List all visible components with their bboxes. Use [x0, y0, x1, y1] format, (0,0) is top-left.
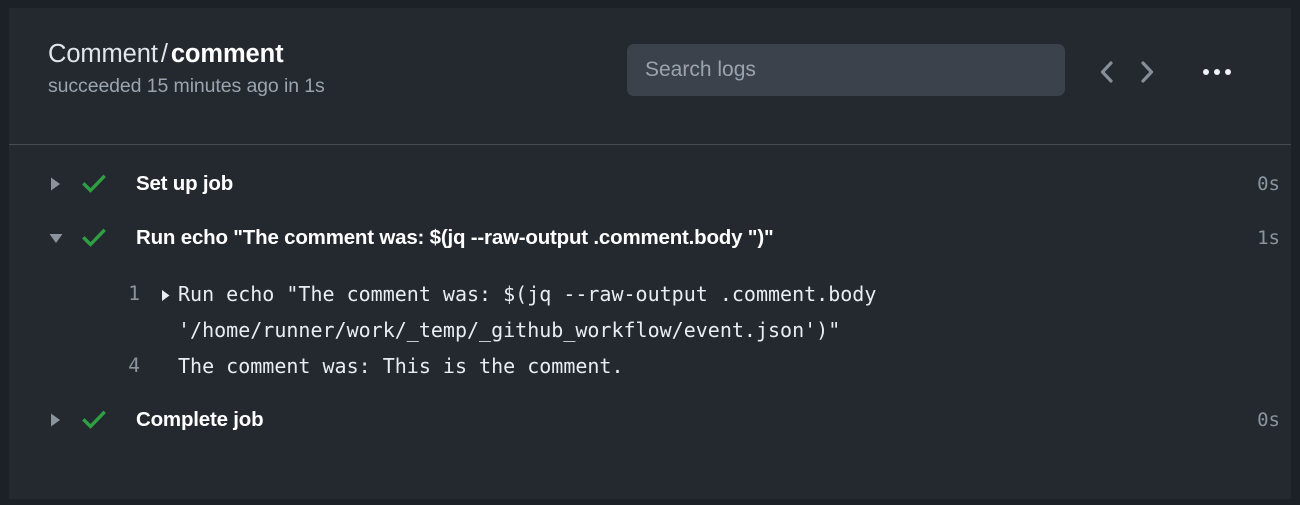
check-icon [82, 228, 126, 248]
job-status-line: succeeded 15 minutes ago in 1s [48, 75, 325, 97]
workflow-name: Comment [48, 40, 158, 68]
title-separator: / [160, 40, 168, 68]
kebab-menu-icon [1203, 69, 1209, 75]
triangle-right-icon[interactable] [48, 176, 74, 192]
log-step-header[interactable]: Complete job 0s [9, 393, 1291, 447]
log-step-name: Complete job [136, 408, 264, 431]
log-steps-list: Set up job 0s Run echo "The comment was:… [9, 145, 1291, 499]
chevron-left-icon [1097, 59, 1117, 85]
log-line-text-continuation: '/home/runner/work/_temp/_github_workflo… [178, 318, 841, 342]
chevron-right-icon [1137, 59, 1157, 85]
log-step-duration: 0s [1257, 409, 1280, 431]
log-step-header-expanded[interactable]: Run echo "The comment was: $(jq --raw-ou… [9, 211, 1291, 265]
triangle-right-icon[interactable] [48, 412, 74, 428]
log-line[interactable]: 4 The comment was: This is the comment. [9, 348, 1291, 384]
triangle-right-icon[interactable] [160, 276, 178, 312]
triangle-down-icon[interactable] [48, 231, 74, 246]
check-icon [82, 174, 126, 194]
search-logs-input[interactable] [627, 44, 1065, 96]
job-name: comment [170, 40, 284, 68]
job-log-panel: Comment / comment succeeded 15 minutes ago… [0, 0, 1300, 505]
header-actions [1087, 55, 1239, 89]
previous-step-button[interactable] [1087, 55, 1127, 89]
log-line-content: Run echo "The comment was: $(jq --raw-ou… [140, 276, 876, 348]
log-line-number: 4 [128, 354, 140, 377]
log-line[interactable]: 1 Run echo "The comment was: $(jq --raw-… [9, 276, 1291, 348]
check-icon [82, 410, 126, 430]
log-options-menu-button[interactable] [1195, 55, 1239, 89]
header-titles: Comment / comment succeeded 15 minutes ago… [48, 38, 325, 99]
log-line-text: The comment was: This is the comment. [178, 354, 624, 378]
log-console-output: 1 Run echo "The comment was: $(jq --raw-… [9, 265, 1291, 393]
log-step-duration: 0s [1257, 173, 1280, 195]
log-step-header[interactable]: Set up job 0s [9, 157, 1291, 211]
kebab-menu-icon-dot3 [1225, 69, 1231, 75]
log-line-text: Run echo "The comment was: $(jq --raw-ou… [178, 282, 877, 306]
page-title: Comment / comment [48, 38, 325, 70]
log-step-duration: 1s [1257, 227, 1280, 249]
log-step-name: Set up job [136, 172, 234, 195]
log-line-content: The comment was: This is the comment. [140, 348, 624, 384]
log-header: Comment / comment succeeded 15 minutes ago… [9, 8, 1291, 145]
kebab-menu-icon-dot2 [1214, 69, 1220, 75]
log-line-number: 1 [128, 282, 140, 305]
log-step-name: Run echo "The comment was: $(jq --raw-ou… [136, 226, 774, 249]
next-step-button[interactable] [1127, 55, 1167, 89]
